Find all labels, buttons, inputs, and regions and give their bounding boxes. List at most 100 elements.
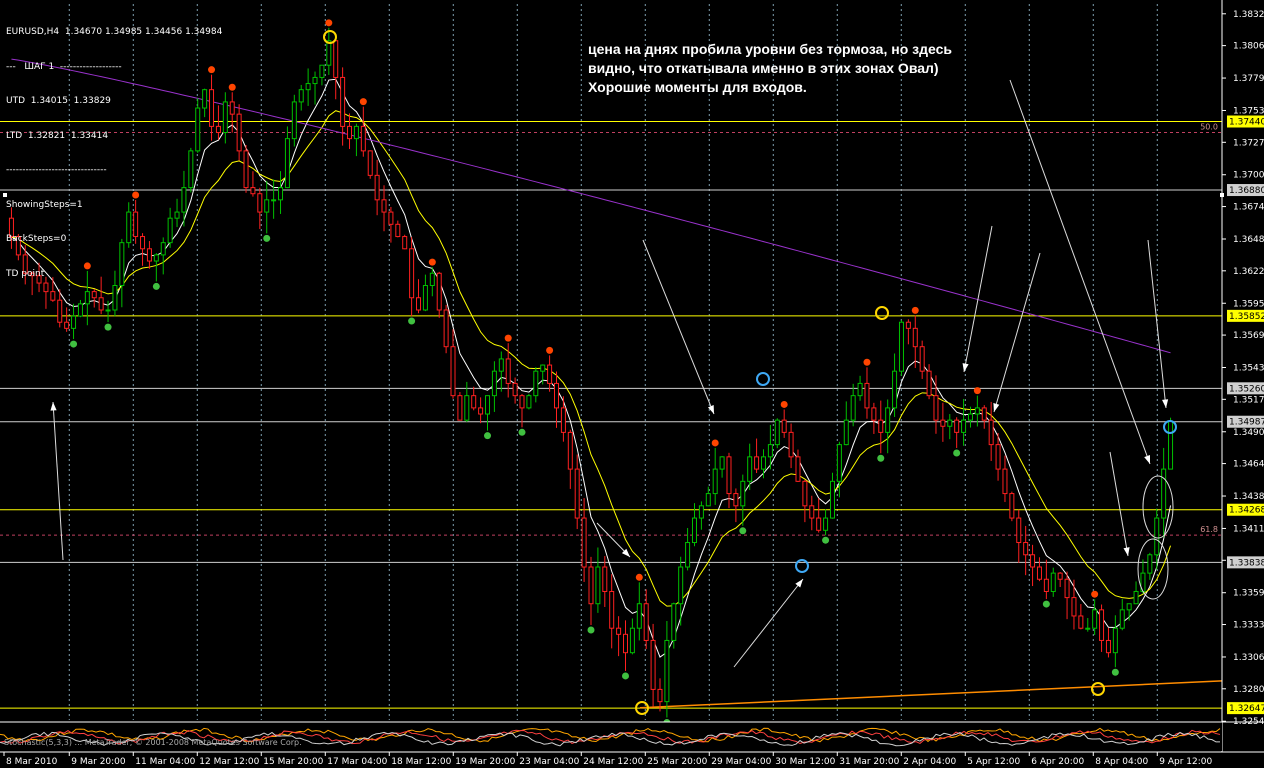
indicator-line: --- ШАГ 1 ------------------- — [6, 61, 122, 72]
candle-body — [864, 382, 870, 409]
candle-body — [788, 431, 794, 458]
candle-body — [595, 566, 601, 605]
candle-body — [512, 382, 518, 397]
candle-body — [229, 101, 235, 115]
candle-body — [1002, 468, 1008, 495]
candle-body — [967, 413, 973, 421]
candle-body — [250, 187, 256, 195]
comment-line: цена на днях пробила уровни без тормоза,… — [588, 41, 952, 57]
x-tick-label: 8 Apr 04:00 — [1095, 757, 1148, 767]
candle-body — [1036, 566, 1042, 580]
td-low-marker — [621, 672, 629, 680]
candle-body — [671, 603, 677, 641]
td-low-marker — [518, 428, 526, 436]
price-level-label: 1.37440 — [1229, 117, 1264, 127]
candle-body — [823, 517, 829, 531]
candle-body — [360, 125, 366, 152]
td-high-marker — [325, 19, 333, 27]
candle-body — [802, 480, 808, 507]
candle-body — [381, 199, 387, 213]
td-low-marker — [877, 454, 885, 462]
candle-body — [898, 321, 904, 372]
ohlc-values: 1.34670 1.34985 1.34456 1.34984 — [64, 27, 223, 37]
candle-body — [705, 493, 711, 507]
td-low-marker — [1111, 668, 1119, 676]
comment-line: видно, что откатывала именно в этих зона… — [588, 60, 939, 76]
td-low-marker — [953, 449, 961, 457]
candle-body — [919, 346, 925, 372]
candle-body — [629, 627, 635, 654]
candle-body — [581, 517, 587, 568]
y-tick-label: 1.34115 — [1233, 524, 1264, 534]
candle-body — [395, 223, 401, 238]
candle-body — [760, 456, 766, 470]
candle-body — [271, 199, 277, 202]
candle-body — [105, 309, 111, 312]
indicator-line: ShowingSteps=1 — [6, 199, 83, 210]
candle-body — [347, 125, 353, 140]
price-level-label: 1.36880 — [1229, 186, 1264, 196]
candle-body — [374, 174, 380, 201]
indicator-line: TD point — [6, 268, 45, 279]
chart-info-panel: EURUSD,H4 1.34670 1.34985 1.34456 1.3498… — [6, 4, 222, 303]
indicator-line: BackSteps=0 — [6, 234, 67, 244]
x-tick-label: 12 Mar 12:00 — [199, 757, 259, 767]
candle-body — [850, 395, 856, 421]
td-high-marker — [780, 400, 788, 408]
candle-body — [333, 40, 339, 78]
candle-body — [829, 480, 835, 519]
candle-body — [278, 187, 284, 201]
candle-body — [636, 603, 642, 629]
td-high-marker — [911, 306, 919, 314]
candle-body — [1064, 578, 1070, 599]
candle-body — [1105, 639, 1111, 654]
candle-body — [526, 395, 532, 409]
candle-body — [353, 125, 359, 140]
candle-body — [878, 419, 884, 433]
x-tick-label: 11 Mar 04:00 — [135, 757, 195, 767]
candle-body — [443, 309, 449, 348]
x-tick-label: 15 Mar 20:00 — [263, 757, 323, 767]
candle-body — [284, 138, 290, 189]
candle-body — [1119, 609, 1125, 629]
td-low-marker — [1042, 600, 1050, 608]
candle-body — [457, 395, 463, 421]
candle-body — [1133, 590, 1139, 605]
x-tick-label: 5 Apr 12:00 — [967, 757, 1020, 767]
y-tick-label: 1.33065 — [1233, 653, 1264, 663]
td-high-marker — [228, 83, 236, 91]
candle-body — [650, 639, 656, 690]
candle-body — [857, 382, 863, 397]
indicator-line: UTD 1.34015 1.33829 — [6, 96, 111, 106]
y-tick-label: 1.35955 — [1233, 299, 1264, 309]
candle-body — [319, 64, 325, 78]
y-tick-label: 1.37270 — [1233, 138, 1264, 148]
candle-body — [726, 456, 732, 495]
x-tick-label: 9 Mar 20:00 — [71, 757, 126, 767]
candle-body — [1147, 554, 1153, 574]
candle-body — [1168, 420, 1174, 470]
price-level-label: 1.34987 — [1229, 418, 1264, 428]
candle-body — [1154, 517, 1160, 556]
candle-body — [712, 468, 718, 495]
candle-body — [491, 370, 497, 397]
price-level-label: 1.35260 — [1229, 384, 1264, 394]
y-tick-label: 1.34645 — [1233, 460, 1264, 470]
td-low-marker — [739, 527, 747, 535]
td-low-marker — [822, 536, 830, 544]
candle-body — [1030, 554, 1036, 568]
candle-body — [719, 456, 725, 470]
candle-body — [1071, 597, 1077, 617]
candle-body — [602, 566, 608, 592]
td-high-marker — [428, 258, 436, 266]
y-tick-label: 1.33590 — [1233, 589, 1264, 599]
y-tick-label: 1.32805 — [1233, 685, 1264, 695]
candle-body — [1016, 517, 1022, 544]
candle-body — [809, 505, 815, 519]
candle-body — [291, 101, 297, 140]
candle-body — [947, 419, 953, 427]
candle-body — [588, 566, 594, 605]
y-tick-label: 1.34380 — [1233, 492, 1264, 502]
candle-body — [795, 456, 801, 482]
x-tick-label: 24 Mar 12:00 — [583, 757, 643, 767]
